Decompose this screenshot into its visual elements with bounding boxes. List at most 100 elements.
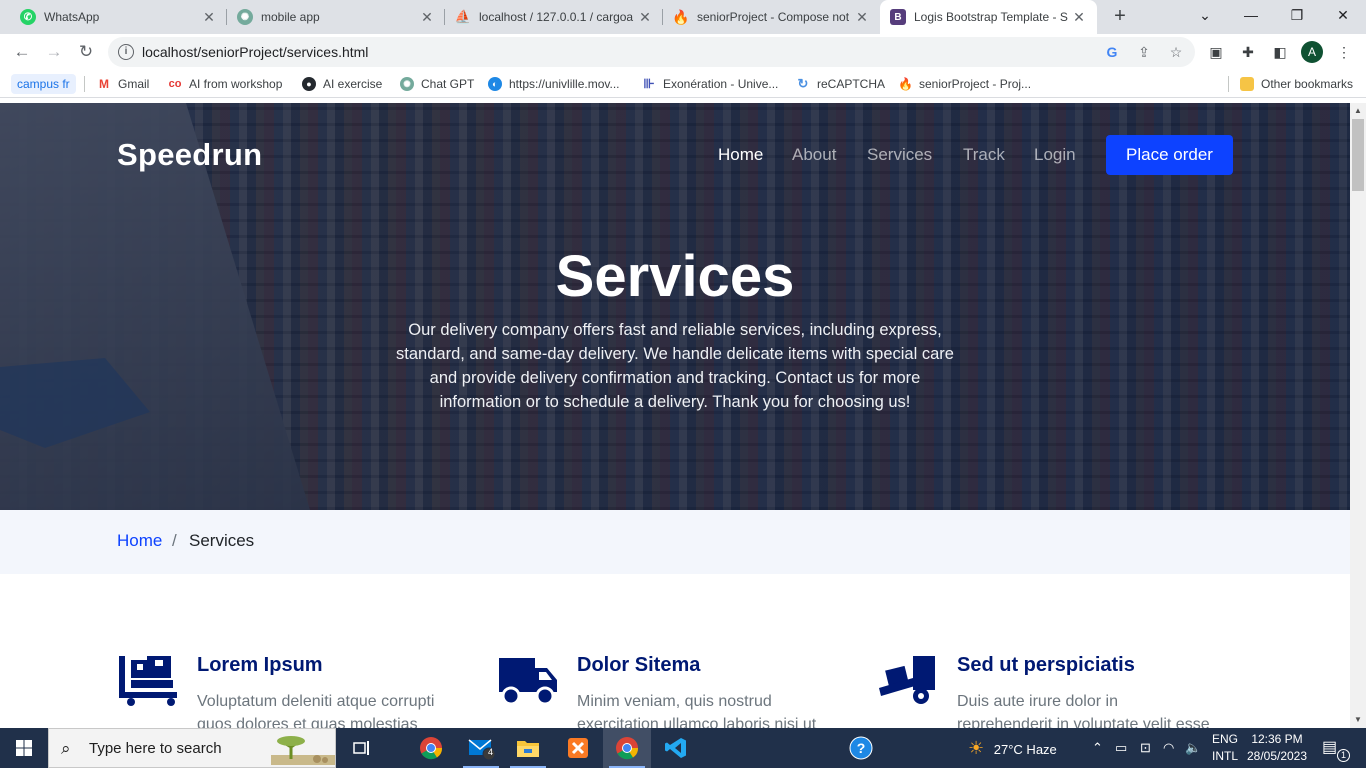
taskbar-search-box[interactable]: ⌕ Type here to search — [48, 728, 336, 768]
tab-phpmyadmin[interactable]: ⛵ localhost / 127.0.0.1 / cargoa ✕ — [445, 0, 663, 34]
windows-start-icon[interactable] — [0, 728, 48, 768]
hero-description: Our delivery company offers fast and rel… — [396, 321, 954, 411]
volume-icon[interactable]: 🔈 — [1185, 728, 1201, 768]
gmail-icon: M — [99, 77, 109, 91]
file-explorer-icon[interactable] — [504, 728, 552, 768]
cart-icon — [119, 656, 177, 706]
nav-login[interactable]: Login — [1034, 145, 1076, 165]
back-button[interactable]: ← — [9, 39, 35, 65]
dolly-icon — [879, 656, 935, 704]
bookmark-chat-gpt[interactable]: ✺ Chat GPT — [400, 74, 474, 94]
close-window-button[interactable]: ✕ — [1320, 0, 1366, 30]
google-lens-icon[interactable]: G — [1102, 42, 1122, 62]
help-icon[interactable]: ? — [837, 728, 885, 768]
side-panel-icon[interactable]: ◧ — [1270, 42, 1290, 62]
profile-avatar[interactable]: A — [1301, 41, 1323, 63]
keyboard-layout: INTL — [1211, 749, 1238, 763]
nav-home[interactable]: Home — [718, 145, 763, 165]
notifications-icon[interactable]: ▤ — [1322, 728, 1337, 768]
close-icon[interactable]: ✕ — [637, 9, 653, 26]
bookmark-label: seniorProject - Proj... — [919, 77, 1032, 91]
bookmark-univlille[interactable]: ◐ https://univlille.mov... — [488, 74, 619, 94]
bookmark-label: Exonération - Unive... — [663, 77, 779, 91]
vscode-icon[interactable] — [652, 728, 700, 768]
menu-icon[interactable]: ⋮ — [1334, 42, 1354, 62]
xampp-icon[interactable] — [554, 728, 602, 768]
nav-services[interactable]: Services — [867, 145, 932, 165]
bootstrap-icon: B — [890, 9, 906, 25]
system-clock[interactable]: 12:36 PM 28/05/2023 — [1245, 731, 1309, 765]
wifi-icon[interactable]: ◠ — [1163, 728, 1174, 768]
browser-toolbar: ← → ↻ i localhost/seniorProject/services… — [0, 34, 1366, 70]
close-icon[interactable]: ✕ — [201, 9, 217, 26]
place-order-button[interactable]: Place order — [1106, 135, 1233, 175]
scroll-down-icon[interactable]: ▼ — [1350, 712, 1366, 728]
service-description: Voluptatum deleniti atque corrupti quos … — [197, 693, 435, 728]
bookmark-exoneration[interactable]: ⊪ Exonération - Unive... — [642, 74, 778, 94]
tab-title: WhatsApp — [44, 10, 100, 24]
site-info-icon[interactable]: i — [118, 44, 134, 60]
chrome-taskbar-icon[interactable] — [407, 728, 455, 768]
show-hidden-icons[interactable]: ⌃ — [1092, 728, 1103, 768]
input-language[interactable]: ENG INTL — [1207, 731, 1243, 765]
chrome-active-taskbar-icon[interactable] — [603, 728, 651, 768]
bookmark-other[interactable]: Other bookmarks — [1240, 74, 1353, 94]
url-text[interactable]: localhost/seniorProject/services.html — [142, 37, 368, 67]
close-icon[interactable]: ✕ — [854, 9, 870, 26]
bookmark-recaptcha[interactable]: ↻ reCAPTCHA — [796, 74, 885, 94]
tab-title: seniorProject - Compose not — [697, 10, 850, 24]
scroll-up-icon[interactable]: ▲ — [1350, 103, 1366, 119]
haze-sun-icon: ☀ — [968, 738, 985, 758]
site-logo[interactable]: Speedrun — [117, 137, 262, 173]
new-tab-button[interactable]: + — [1108, 5, 1132, 29]
github-icon: ● — [302, 77, 316, 91]
bookmark-ai-workshop[interactable]: co AI from workshop — [168, 74, 283, 94]
breadcrumb-home-link[interactable]: Home — [117, 531, 162, 551]
bookmark-label: Chat GPT — [421, 77, 475, 91]
nav-track[interactable]: Track — [963, 145, 1005, 165]
extension-icon[interactable]: ▣ — [1206, 42, 1226, 62]
nav-about[interactable]: About — [792, 145, 836, 165]
clock-date: 28/05/2023 — [1246, 749, 1308, 763]
svg-text:?: ? — [857, 740, 866, 756]
bookmark-star-icon[interactable]: ☆ — [1166, 42, 1186, 62]
device-icon[interactable]: ⊡ — [1140, 728, 1151, 768]
search-placeholder: Type here to search — [89, 740, 222, 757]
tab-title: Logis Bootstrap Template - S — [914, 10, 1068, 24]
search-highlight-image — [271, 736, 335, 765]
weather-text: 27°C Haze — [993, 742, 1057, 757]
share-icon[interactable]: ⇪ — [1134, 42, 1154, 62]
task-view-icon[interactable] — [338, 728, 386, 768]
mail-taskbar-icon[interactable]: 4 — [457, 728, 505, 768]
tab-search-icon[interactable]: ⌄ — [1182, 0, 1228, 30]
bookmark-campus-fr[interactable]: campus fr — [11, 74, 76, 94]
phpmyadmin-icon: ⛵ — [454, 9, 472, 24]
forward-button[interactable]: → — [41, 39, 67, 65]
close-icon[interactable]: ✕ — [1071, 9, 1087, 26]
bookmark-ai-exercise[interactable]: ● AI exercise — [302, 74, 382, 94]
bookmark-senior-project[interactable]: 🔥 seniorProject - Proj... — [898, 74, 1031, 94]
extensions-puzzle-icon[interactable]: ✚ — [1238, 42, 1258, 62]
tab-firebase[interactable]: 🔥 seniorProject - Compose not ✕ — [663, 0, 880, 34]
battery-icon[interactable]: ▭ — [1115, 728, 1127, 768]
service-title: Dolor Sitema — [577, 654, 701, 676]
tab-title: localhost / 127.0.0.1 / cargoa — [479, 10, 634, 24]
minimize-button[interactable]: — — [1228, 0, 1274, 30]
reload-button[interactable]: ↻ — [73, 39, 99, 65]
weather-widget[interactable]: ☀ 27°C Haze — [968, 728, 1057, 768]
tab-logis-active[interactable]: B Logis Bootstrap Template - S ✕ — [880, 0, 1097, 34]
tab-whatsapp[interactable]: ✆ WhatsApp ✕ — [10, 0, 227, 34]
page-scrollbar[interactable]: ▲ ▼ — [1350, 103, 1366, 728]
globe-icon: ◐ — [488, 77, 502, 91]
address-bar[interactable]: i localhost/seniorProject/services.html … — [108, 37, 1195, 67]
chatgpt-icon: ✺ — [400, 77, 414, 91]
service-description: Duis aute irure dolor in reprehenderit i… — [957, 693, 1210, 728]
close-icon[interactable]: ✕ — [419, 9, 435, 26]
restore-button[interactable]: ❐ — [1274, 0, 1320, 30]
bookmark-label: campus fr — [17, 77, 70, 91]
recaptcha-icon: ↻ — [797, 76, 809, 91]
bookmark-label: Other bookmarks — [1261, 77, 1354, 91]
scrollbar-thumb[interactable] — [1352, 119, 1364, 191]
bookmark-gmail[interactable]: M Gmail — [97, 74, 149, 94]
tab-mobile-app[interactable]: ✺ mobile app ✕ — [227, 0, 445, 34]
